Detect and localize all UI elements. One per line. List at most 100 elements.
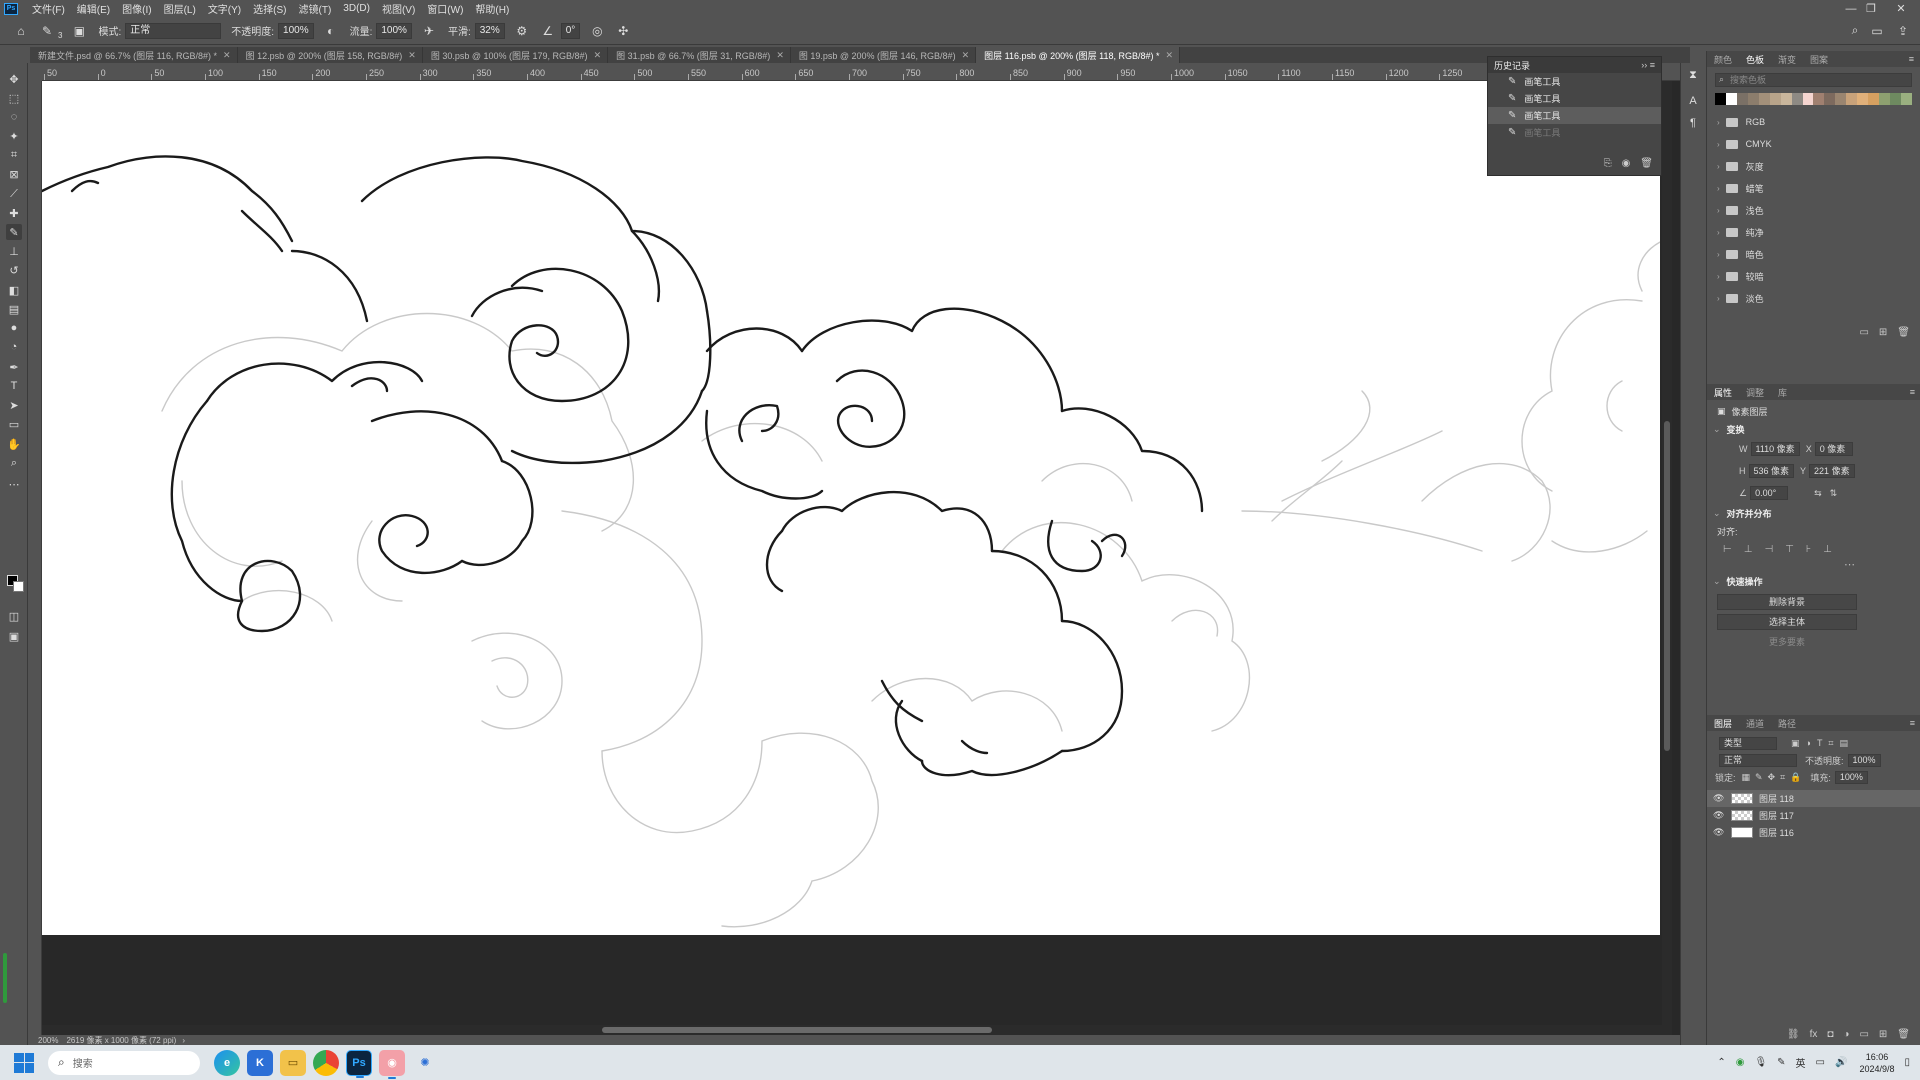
- character-panel-icon[interactable]: A: [1685, 93, 1701, 109]
- swatch-group-item[interactable]: › 蜡笔: [1707, 177, 1920, 199]
- color-swatch[interactable]: [1758, 93, 1770, 105]
- menu-edit[interactable]: 编辑(E): [71, 1, 116, 16]
- rectangle-tool-icon[interactable]: ▭: [6, 416, 22, 432]
- close-icon[interactable]: ✕: [408, 50, 416, 61]
- tab-libraries[interactable]: 库: [1771, 386, 1794, 399]
- eraser-tool-icon[interactable]: ◧: [6, 282, 22, 298]
- horizontal-scroll-thumb[interactable]: [602, 1027, 992, 1033]
- tab-color[interactable]: 颜色: [1707, 53, 1739, 66]
- paragraph-panel-icon[interactable]: ¶: [1685, 115, 1701, 131]
- history-brush-tool-icon[interactable]: ↺: [6, 262, 22, 278]
- align-section-header[interactable]: ⌄ 对齐并分布: [1707, 504, 1920, 522]
- pressure-size-icon[interactable]: ◎: [588, 22, 606, 40]
- layer-filter-icons[interactable]: ▣◑T⌗▤: [1791, 738, 1854, 749]
- color-swatch[interactable]: [1900, 93, 1912, 105]
- tab-adjustments[interactable]: 调整: [1739, 386, 1771, 399]
- screen-mode-icon[interactable]: ▣: [6, 628, 22, 644]
- tab-swatches[interactable]: 色板: [1739, 53, 1771, 66]
- delete-state-trash-icon[interactable]: 🗑: [1640, 158, 1653, 169]
- menu-view[interactable]: 视图(V): [376, 1, 421, 16]
- tab-properties[interactable]: 属性: [1707, 386, 1739, 399]
- frame-tool-icon[interactable]: ⊠: [6, 166, 22, 182]
- swatch-group-item[interactable]: › RGB: [1707, 111, 1920, 133]
- more-tools-icon[interactable]: ⋯: [6, 476, 22, 492]
- adjustment-layer-icon[interactable]: ◑: [1843, 1029, 1849, 1040]
- app-swirl-icon[interactable]: ✺: [412, 1050, 438, 1076]
- quick-mask-icon[interactable]: ◫: [6, 608, 22, 624]
- status-menu-icon[interactable]: ›: [182, 1036, 185, 1045]
- x-input[interactable]: 0 像素: [1814, 442, 1853, 456]
- vertical-ruler[interactable]: [30, 81, 42, 1041]
- brush-size-value[interactable]: 3: [58, 31, 62, 40]
- menu-select[interactable]: 选择(S): [247, 1, 292, 16]
- layer-opacity-input[interactable]: 100%: [1847, 754, 1881, 767]
- color-swatch[interactable]: [1813, 93, 1825, 105]
- search-icon[interactable]: ⌕: [1846, 22, 1864, 40]
- select-subject-button[interactable]: 选择主体: [1717, 614, 1857, 630]
- eyedropper-tool-icon[interactable]: ⟋: [6, 186, 22, 202]
- panel-menu-icon[interactable]: ≡: [1910, 387, 1920, 397]
- delete-swatch-trash-icon[interactable]: 🗑: [1897, 327, 1910, 343]
- network-icon[interactable]: ▭: [1816, 1057, 1825, 1068]
- color-swatch[interactable]: [1715, 93, 1726, 105]
- tab-channels[interactable]: 通道: [1739, 717, 1771, 730]
- color-swatch[interactable]: [1857, 93, 1869, 105]
- brush-settings-panel-icon[interactable]: ▣: [70, 22, 88, 40]
- home-icon[interactable]: ⌂: [12, 22, 30, 40]
- visibility-eye-icon[interactable]: 👁: [1713, 827, 1727, 838]
- close-window-button[interactable]: ✕: [1890, 0, 1912, 17]
- tab-document-5[interactable]: 图 19.psb @ 200% (图层 146, RGB/8#) ✕: [791, 47, 977, 63]
- file-explorer-icon[interactable]: ▭: [280, 1049, 306, 1076]
- marquee-tool-icon[interactable]: ⬚: [6, 90, 22, 106]
- tab-paths[interactable]: 路径: [1771, 717, 1803, 730]
- minimize-button[interactable]: —: [1840, 0, 1862, 17]
- layer-row[interactable]: 👁 图层 118: [1707, 790, 1920, 807]
- blur-tool-icon[interactable]: ●: [6, 320, 22, 336]
- tab-patterns[interactable]: 图案: [1803, 53, 1835, 66]
- color-swatch[interactable]: [1725, 93, 1737, 105]
- opacity-input[interactable]: 100%: [278, 22, 314, 39]
- align-center-icon[interactable]: ⊥: [1744, 544, 1753, 555]
- menu-image[interactable]: 图像(I): [116, 1, 157, 16]
- move-tool-icon[interactable]: ✥: [6, 71, 22, 87]
- new-group-folder-icon[interactable]: ▭: [1859, 327, 1868, 343]
- swatch-group-item[interactable]: › 较暗: [1707, 265, 1920, 287]
- align-bottom-icon[interactable]: ⊥: [1823, 544, 1832, 555]
- flip-vertical-icon[interactable]: ⇅: [1830, 488, 1838, 499]
- taskbar-clock[interactable]: 16:06 2024/9/8: [1859, 1051, 1894, 1075]
- show-hidden-icons-icon[interactable]: ⌃: [1717, 1057, 1725, 1068]
- swatch-group-item[interactable]: › 淡色: [1707, 287, 1920, 309]
- snapshot-camera-icon[interactable]: ◉: [1622, 158, 1631, 169]
- visibility-eye-icon[interactable]: 👁: [1713, 793, 1727, 804]
- vertical-scroll-thumb[interactable]: [1664, 421, 1670, 751]
- color-swatch[interactable]: [1791, 93, 1803, 105]
- new-layer-icon[interactable]: ⊞: [1879, 1029, 1887, 1040]
- angle-input[interactable]: 0.00°: [1750, 486, 1789, 500]
- type-tool-icon[interactable]: T: [6, 378, 22, 394]
- airbrush-icon[interactable]: ✈: [420, 22, 438, 40]
- color-swatch[interactable]: [1890, 93, 1901, 105]
- restore-button[interactable]: ❐: [1860, 0, 1882, 17]
- swatch-group-item[interactable]: › 浅色: [1707, 199, 1920, 221]
- app-k-icon[interactable]: K: [247, 1049, 273, 1076]
- link-layers-icon[interactable]: ⛓: [1787, 1029, 1800, 1040]
- tab-document-4[interactable]: 图 31.psb @ 66.7% (图层 31, RGB/8#) ✕: [608, 47, 791, 63]
- color-swatch[interactable]: [1769, 93, 1781, 105]
- notifications-icon[interactable]: ▯: [1904, 1057, 1910, 1068]
- layer-row[interactable]: 👁 图层 116: [1707, 824, 1920, 841]
- blend-mode-select[interactable]: 正常: [1719, 754, 1797, 767]
- menu-window[interactable]: 窗口(W): [421, 1, 469, 16]
- color-swatch[interactable]: [1879, 93, 1890, 105]
- pen-tray-icon[interactable]: ✎: [1777, 1057, 1785, 1068]
- color-swatch[interactable]: [1824, 93, 1836, 105]
- close-icon[interactable]: ✕: [1166, 50, 1174, 61]
- angle-input[interactable]: 0°: [560, 22, 581, 39]
- volume-icon[interactable]: 🔊: [1835, 1057, 1847, 1068]
- menu-layer[interactable]: 图层(L): [158, 1, 202, 16]
- close-icon[interactable]: ✕: [962, 50, 970, 61]
- windows-start-icon[interactable]: [14, 1052, 34, 1073]
- layer-filter-select[interactable]: 类型: [1719, 737, 1777, 750]
- tab-document-active[interactable]: 图层 116.psb @ 200% (图层 118, RGB/8#) * ✕: [976, 47, 1181, 63]
- magic-wand-tool-icon[interactable]: ✦: [6, 128, 22, 144]
- fill-input[interactable]: 100%: [1834, 771, 1868, 784]
